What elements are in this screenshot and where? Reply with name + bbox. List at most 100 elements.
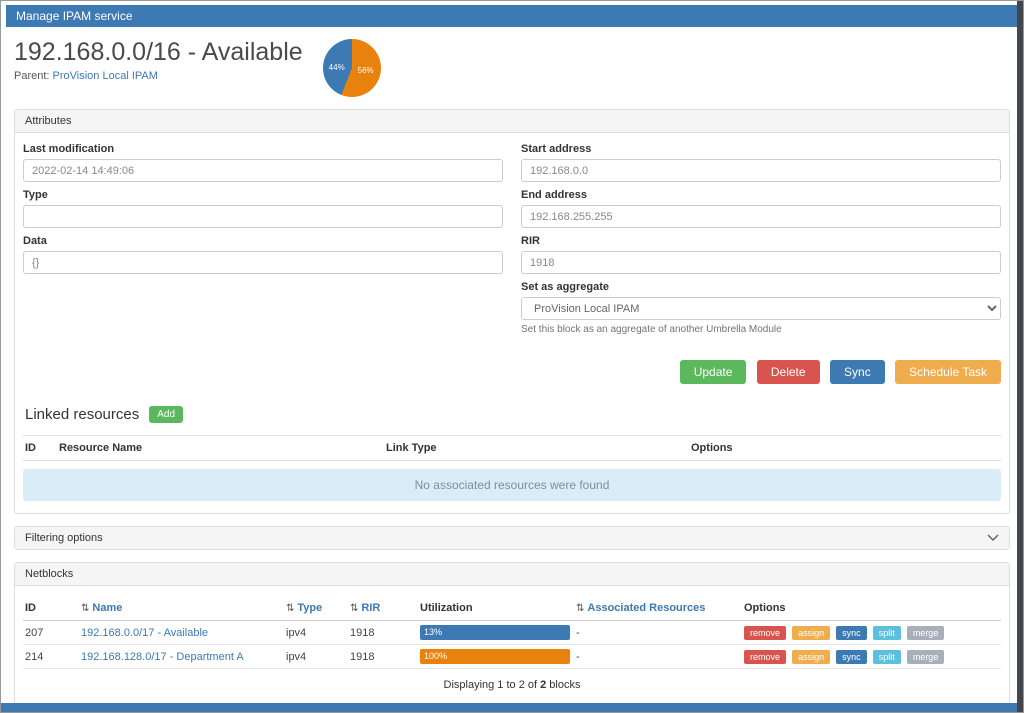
last-modification-input[interactable] [23, 159, 503, 182]
form-column-left: Last modification Type Data [23, 143, 503, 342]
split-button[interactable]: split [873, 650, 901, 664]
field-last-modification: Last modification [23, 143, 503, 182]
update-button[interactable]: Update [680, 360, 747, 384]
content: 192.168.0.0/16 - Available Parent: ProVi… [1, 37, 1023, 706]
field-set-as-aggregate: Set as aggregate ProVision Local IPAM Se… [521, 281, 1001, 335]
netblock-name-cell: 192.168.0.0/17 - Available [79, 621, 284, 645]
sync-row-button[interactable]: sync [836, 650, 867, 664]
netblock-type: ipv4 [284, 621, 348, 645]
sort-icon: ⇅ [576, 603, 584, 614]
linked-col-resource-name: Resource Name [57, 436, 384, 461]
attributes-panel-heading: Attributes [15, 110, 1009, 133]
merge-button[interactable]: merge [907, 626, 945, 640]
linked-table-header-row: ID Resource Name Link Type Options [23, 436, 1001, 461]
start-address-input[interactable] [521, 159, 1001, 182]
netblocks-col-options: Options [742, 596, 1001, 621]
delete-button[interactable]: Delete [757, 360, 820, 384]
app-header: Manage IPAM service [6, 5, 1018, 27]
utilization-pie-chart: 44% 56% [323, 39, 381, 97]
pie-label-used: 56% [358, 66, 374, 75]
netblocks-col-name[interactable]: ⇅Name [79, 596, 284, 621]
assign-button[interactable]: assign [792, 626, 830, 640]
remove-button[interactable]: remove [744, 626, 786, 640]
netblock-link[interactable]: 192.168.0.0/17 - Available [81, 627, 208, 639]
netblock-name-cell: 192.168.128.0/17 - Department A [79, 645, 284, 669]
netblock-link[interactable]: 192.168.128.0/17 - Department A [81, 651, 244, 663]
add-linked-resource-button[interactable]: Add [149, 406, 183, 423]
page: Manage IPAM service 192.168.0.0/16 - Ava… [0, 0, 1024, 713]
remove-button[interactable]: remove [744, 650, 786, 664]
netblocks-col-name-label: Name [92, 602, 122, 614]
end-address-label: End address [521, 189, 1001, 201]
pagination-summary: Displaying 1 to 2 of 2 blocks [23, 679, 1001, 693]
aggregate-label: Set as aggregate [521, 281, 1001, 293]
data-label: Data [23, 235, 503, 247]
netblocks-col-id: ID [23, 596, 79, 621]
parent-link[interactable]: ProVision Local IPAM [53, 70, 158, 82]
linked-col-id: ID [23, 436, 57, 461]
netblocks-col-associated[interactable]: ⇅Associated Resources [574, 596, 742, 621]
netblocks-col-utilization: Utilization [418, 596, 574, 621]
netblocks-header-row: ID ⇅Name ⇅Type ⇅RIR Utilization [23, 596, 1001, 621]
field-end-address: End address [521, 189, 1001, 228]
no-resources-alert: No associated resources were found [23, 469, 1001, 501]
aggregate-select[interactable]: ProVision Local IPAM [521, 297, 1001, 320]
netblock-rir: 1918 [348, 621, 418, 645]
sort-icon: ⇅ [81, 603, 89, 614]
netblocks-col-associated-label: Associated Resources [587, 602, 705, 614]
sync-button[interactable]: Sync [830, 360, 885, 384]
netblock-row: 214 192.168.128.0/17 - Department A ipv4… [23, 645, 1001, 669]
linked-resources-header: Linked resources Add [23, 406, 1001, 423]
last-modification-label: Last modification [23, 143, 503, 155]
footer-bar [1, 703, 1023, 712]
sort-icon: ⇅ [286, 603, 294, 614]
app-title: Manage IPAM service [16, 9, 133, 23]
netblocks-col-rir[interactable]: ⇅RIR [348, 596, 418, 621]
linked-resources-title: Linked resources [25, 406, 139, 423]
netblocks-col-type-label: Type [297, 602, 322, 614]
filtering-options-heading[interactable]: Filtering options [15, 527, 1009, 549]
parent-label: Parent: [14, 70, 49, 82]
attributes-panel-body: Last modification Type Data [15, 133, 1009, 513]
netblocks-col-rir-label: RIR [361, 602, 380, 614]
filtering-options-panel: Filtering options [14, 526, 1010, 550]
action-buttons-row: Update Delete Sync Schedule Task [23, 360, 1001, 384]
scrollbar[interactable] [1017, 1, 1023, 712]
netblock-rir: 1918 [348, 645, 418, 669]
utilization-bar: 13% [420, 625, 570, 640]
summary-prefix: Displaying 1 to 2 of [444, 679, 541, 691]
netblock-associated: - [574, 645, 742, 669]
netblocks-col-type[interactable]: ⇅Type [284, 596, 348, 621]
field-rir: RIR [521, 235, 1001, 274]
rir-input[interactable] [521, 251, 1001, 274]
netblock-options-cell: remove assign sync split merge [742, 621, 1001, 645]
netblock-row: 207 192.168.0.0/17 - Available ipv4 1918… [23, 621, 1001, 645]
block-header: 192.168.0.0/16 - Available Parent: ProVi… [14, 37, 1010, 97]
schedule-task-button[interactable]: Schedule Task [895, 360, 1001, 384]
pie-label-free: 44% [329, 63, 345, 72]
field-data: Data [23, 235, 503, 274]
type-input[interactable] [23, 205, 503, 228]
assign-button[interactable]: assign [792, 650, 830, 664]
linked-col-options: Options [689, 436, 1001, 461]
form-column-right: Start address End address RIR Set a [521, 143, 1001, 342]
netblocks-table: ID ⇅Name ⇅Type ⇅RIR Utilization [23, 596, 1001, 669]
utilization-bar: 100% [420, 649, 570, 664]
netblocks-panel-heading: Netblocks [15, 563, 1009, 586]
chevron-down-icon [987, 534, 999, 542]
attributes-form: Last modification Type Data [23, 143, 1001, 342]
netblock-utilization-cell: 100% [418, 645, 574, 669]
merge-button[interactable]: merge [907, 650, 945, 664]
linked-resources-table: ID Resource Name Link Type Options [23, 435, 1001, 461]
end-address-input[interactable] [521, 205, 1001, 228]
rir-label: RIR [521, 235, 1001, 247]
split-button[interactable]: split [873, 626, 901, 640]
summary-suffix: blocks [546, 679, 580, 691]
netblock-id: 214 [23, 645, 79, 669]
netblock-type: ipv4 [284, 645, 348, 669]
data-input[interactable] [23, 251, 503, 274]
sync-row-button[interactable]: sync [836, 626, 867, 640]
aggregate-help-text: Set this block as an aggregate of anothe… [521, 324, 1001, 335]
netblock-associated: - [574, 621, 742, 645]
field-type: Type [23, 189, 503, 228]
